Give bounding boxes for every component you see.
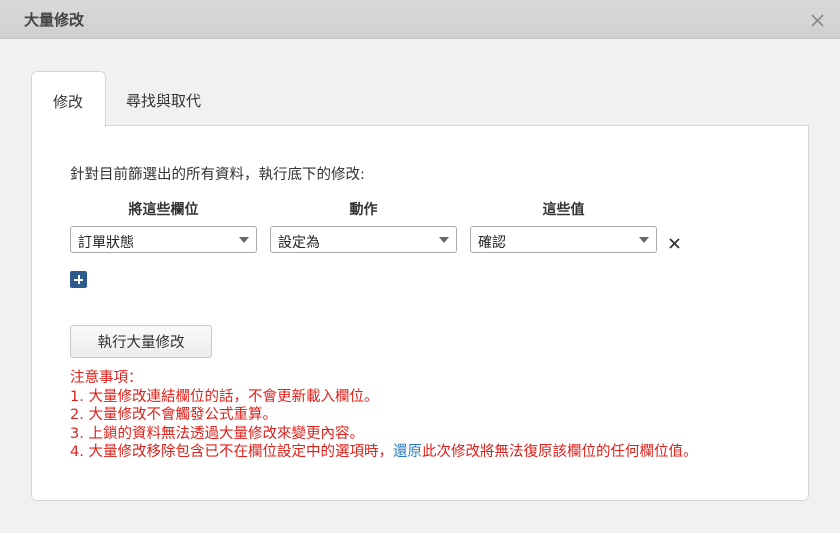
dialog-titlebar: 大量修改 [0,0,840,39]
note-item-4-prefix: 4. 大量修改移除包含已不在欄位設定中的選項時， [70,444,393,461]
chevron-down-icon [439,237,449,243]
tab-find-replace[interactable]: 尋找與取代 [126,71,226,127]
restore-link[interactable]: 還原 [393,444,422,460]
action-select-value: 設定為 [278,235,320,251]
notes-section: 注意事項： 1. 大量修改連結欄位的話，不會更新載入欄位。 2. 大量修改不會觸… [70,369,697,462]
notes-heading: 注意事項： [70,370,143,386]
note-item: 1. 大量修改連結欄位的話，不會更新載入欄位。 [70,388,379,405]
close-icon[interactable] [808,11,828,31]
action-select[interactable]: 設定為 [270,226,457,253]
tab-modify[interactable]: 修改 [31,71,106,127]
field-select[interactable]: 訂單狀態 [70,226,257,253]
tab-find-replace-label: 尋找與取代 [126,92,202,110]
chevron-down-icon [639,237,649,243]
plus-icon[interactable] [70,271,87,288]
note-item: 2. 大量修改不會觸發公式重算。 [70,407,277,424]
dialog-title: 大量修改 [24,11,85,29]
column-header-action: 動作 [349,202,378,218]
note-item-4-suffix: 此次修改將無法復原該欄位的任何欄位值。 [421,444,698,461]
value-select-value: 確認 [478,235,506,251]
remove-icon[interactable] [668,236,682,250]
tab-modify-label: 修改 [53,93,84,111]
note-item: 4. 大量修改移除包含已不在欄位設定中的選項時，還原此次修改將無法復原該欄位的任… [70,443,697,462]
description-text: 針對目前篩選出的所有資料，執行底下的修改: [70,167,365,183]
column-header-fields: 將這些欄位 [128,202,199,218]
chevron-down-icon [239,237,249,243]
field-select-value: 訂單狀態 [78,235,134,251]
run-bulk-edit-button[interactable]: 執行大量修改 [70,325,212,358]
note-item: 3. 上鎖的資料無法透過大量修改來變更內容。 [70,425,364,442]
value-select[interactable]: 確認 [470,226,657,253]
column-header-values: 這些值 [542,202,585,218]
